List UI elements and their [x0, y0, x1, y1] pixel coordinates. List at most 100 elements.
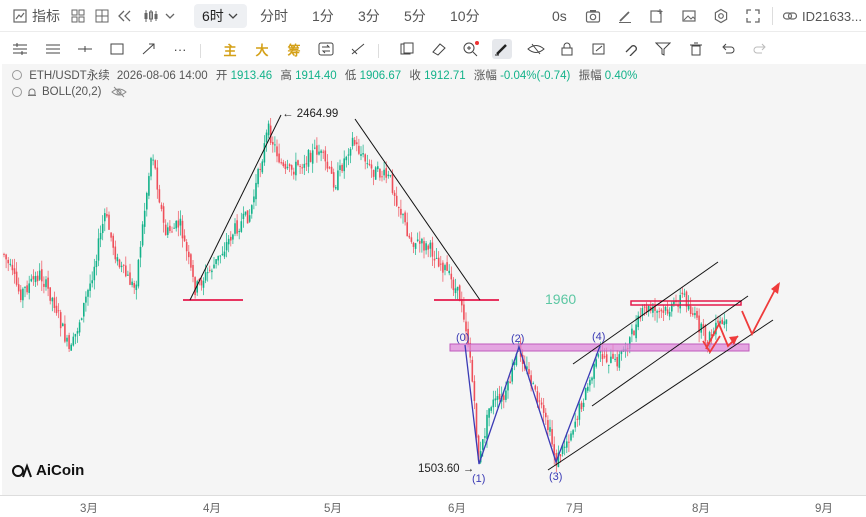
wave-label-3[interactable]: (3): [549, 471, 562, 483]
toolbar-divider: [200, 44, 201, 58]
candle-body: [85, 296, 87, 303]
brush-icon[interactable]: [492, 39, 512, 59]
trash-icon[interactable]: [686, 39, 706, 59]
timeframe-5m[interactable]: 5分: [398, 4, 432, 28]
candle-body: [549, 427, 551, 432]
candle-body: [234, 223, 236, 234]
peak-price-label[interactable]: ← 2464.99: [282, 108, 338, 120]
candle-body: [631, 328, 633, 335]
candle-body: [108, 214, 110, 230]
candle-body: [324, 150, 327, 162]
menu-lines-icon[interactable]: [10, 39, 30, 59]
main-chart-button[interactable]: 主: [220, 39, 240, 59]
candlestick-chart[interactable]: (0) (1) (2) (3) (4) ← 2464.99 1503.60 → …: [0, 64, 866, 495]
candle-body: [452, 279, 455, 291]
x-tick-mar: 3月: [80, 503, 98, 515]
candle-body: [70, 344, 72, 351]
candle-body: [353, 139, 356, 145]
candle-body: [656, 311, 658, 313]
list-icon[interactable]: [43, 39, 63, 59]
timeframe-5m-label: 5分: [404, 8, 426, 24]
magnet-icon[interactable]: [621, 39, 641, 59]
swap-icon[interactable]: [316, 39, 336, 59]
timeframe-3m[interactable]: 3分: [352, 4, 386, 28]
candle-body: [692, 313, 694, 315]
uptrend-line[interactable]: [189, 114, 282, 301]
candle-body: [284, 163, 287, 170]
copy-icon[interactable]: [397, 39, 417, 59]
multi-chart-icon[interactable]: [94, 8, 110, 24]
wave-label-0[interactable]: (0): [456, 332, 469, 344]
bell-icon[interactable]: [26, 86, 38, 98]
rectangle-icon[interactable]: [107, 39, 127, 59]
candle-body: [341, 164, 343, 172]
wave-label-2[interactable]: (2): [511, 333, 524, 345]
visibility-toggle-icon[interactable]: [526, 39, 546, 59]
candle-body: [83, 302, 85, 317]
collapse-circle-icon[interactable]: [12, 87, 22, 97]
candle-body: [681, 292, 684, 295]
layout-grid-icon[interactable]: [70, 8, 86, 24]
candle-body: [143, 210, 146, 227]
indicator-button[interactable]: 指标: [12, 4, 60, 28]
timeframe-1m[interactable]: 1分: [306, 4, 340, 28]
pen-icon[interactable]: [617, 8, 633, 24]
arrow-line-icon[interactable]: [139, 39, 159, 59]
horizontal-ray-icon[interactable]: [75, 39, 95, 59]
candle-body: [188, 251, 190, 258]
candle-type-icon[interactable]: [142, 8, 160, 24]
eraser-icon[interactable]: [429, 39, 449, 59]
candle-body: [290, 165, 293, 170]
undo-icon[interactable]: [718, 39, 738, 59]
image-icon[interactable]: [681, 8, 697, 24]
symbol-name[interactable]: ETH/USDT永续: [29, 70, 110, 82]
wave-label-4[interactable]: (4): [592, 331, 605, 343]
candle-body: [484, 436, 486, 438]
edit-note-icon[interactable]: [589, 39, 609, 59]
timeframe-10m[interactable]: 10分: [444, 4, 486, 28]
candle-body: [332, 172, 335, 188]
candle-body: [76, 331, 79, 334]
candle-body: [664, 306, 667, 311]
more-icon[interactable]: ···: [170, 39, 190, 59]
candle-body: [80, 318, 83, 320]
zoom-in-icon[interactable]: [461, 39, 481, 59]
fullscreen-icon[interactable]: [745, 8, 761, 24]
candle-body: [5, 254, 7, 260]
timeframe-6h[interactable]: 6时: [194, 4, 247, 28]
downtrend-line[interactable]: [354, 118, 481, 301]
low-price-label[interactable]: 1503.60 →: [418, 463, 474, 475]
candle-body: [24, 286, 26, 288]
redo-icon[interactable]: [750, 39, 770, 59]
user-id-link[interactable]: ID21633...: [782, 4, 862, 28]
large-order-button[interactable]: 大: [252, 39, 272, 59]
candle-body: [3, 253, 5, 255]
change-label: 涨幅: [473, 70, 497, 82]
filter-icon[interactable]: [653, 39, 673, 59]
ruler-measure-icon[interactable]: [348, 39, 368, 59]
lock-icon[interactable]: [557, 39, 577, 59]
chip-distribution-button[interactable]: 筹: [284, 39, 304, 59]
settings-gear-icon[interactable]: [713, 8, 729, 24]
projection-arrow-2[interactable]: [741, 283, 779, 337]
candle-body: [51, 297, 54, 302]
chevron-down-icon[interactable]: [164, 10, 176, 22]
large-order-label: 大: [255, 42, 269, 58]
candle-body: [404, 212, 406, 223]
camera-icon[interactable]: [585, 8, 601, 24]
candle-body: [22, 288, 24, 301]
candle-body: [288, 164, 291, 167]
candle-body: [150, 158, 152, 177]
note-add-icon[interactable]: [649, 8, 665, 24]
candle-body: [351, 137, 354, 147]
candle-body: [666, 309, 669, 314]
boll-indicator-label[interactable]: BOLL(20,2): [42, 86, 101, 98]
collapse-circle-icon[interactable]: [12, 70, 22, 80]
seconds-toggle[interactable]: 0s: [552, 4, 567, 28]
candle-body: [398, 207, 400, 209]
timeframe-tick[interactable]: 分时: [254, 4, 294, 28]
candle-body: [379, 168, 381, 178]
rewind-icon[interactable]: [116, 8, 134, 24]
level-text-1960[interactable]: 1960: [545, 291, 576, 307]
eye-hidden-icon[interactable]: [111, 86, 128, 98]
